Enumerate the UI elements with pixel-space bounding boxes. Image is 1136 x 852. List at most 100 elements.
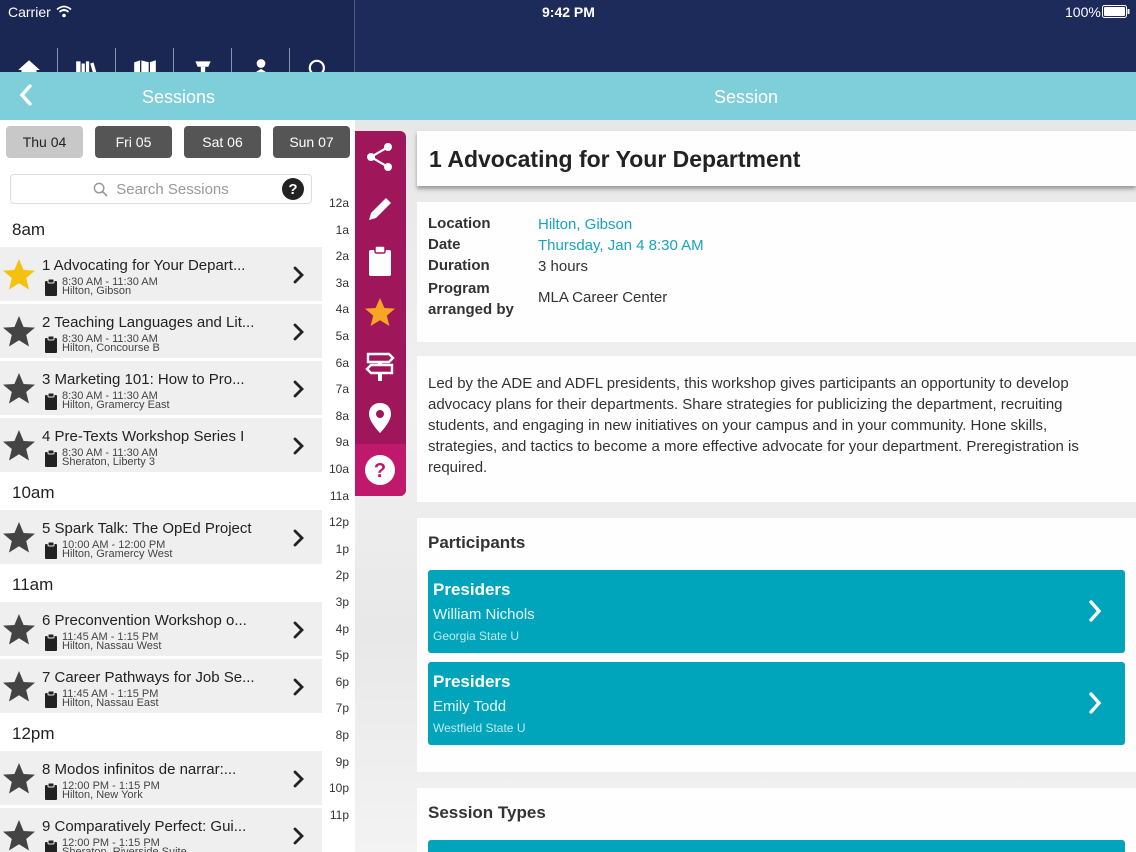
chevron-right-icon xyxy=(293,323,304,341)
star-icon[interactable] xyxy=(363,296,397,330)
signpost-icon[interactable] xyxy=(363,348,397,382)
hour-index-item[interactable]: 8a xyxy=(336,409,349,423)
session-room: Hilton, Gramercy West xyxy=(62,548,173,560)
favorite-star-icon[interactable] xyxy=(2,315,36,349)
session-type-card[interactable] xyxy=(428,840,1125,852)
session-row[interactable]: 6 Preconvention Workshop o... 11:45 AM - … xyxy=(0,602,322,657)
sub-header: Sessions Session xyxy=(0,72,1136,120)
session-description: Led by the ADE and ADFL presidents, this… xyxy=(428,375,1079,476)
favorite-star-icon[interactable] xyxy=(2,762,36,796)
program-value: MLA Career Center xyxy=(538,289,668,306)
chevron-right-icon xyxy=(293,437,304,455)
favorite-star-icon[interactable] xyxy=(2,258,36,292)
hour-index-item[interactable]: 10p xyxy=(329,781,349,795)
search-icon xyxy=(93,182,108,197)
day-tab-fri[interactable]: Fri 05 xyxy=(95,126,172,158)
hour-index-item[interactable]: 12p xyxy=(329,515,349,529)
hour-index-item[interactable]: 3p xyxy=(336,595,349,609)
session-title: 9 Comparatively Perfect: Gui... xyxy=(42,818,247,835)
battery-icon xyxy=(1102,5,1130,18)
session-row[interactable]: 4 Pre-Texts Workshop Series I 8:30 AM - 1… xyxy=(0,418,322,473)
hour-index-item[interactable]: 2a xyxy=(336,249,349,263)
chevron-right-icon xyxy=(293,529,304,547)
session-types-heading: Session Types xyxy=(428,803,546,822)
favorite-star-icon[interactable] xyxy=(2,613,36,647)
chevron-right-icon xyxy=(1089,600,1102,622)
session-row[interactable]: 1 Advocating for Your Depart... 8:30 AM -… xyxy=(0,247,322,302)
hour-index-item[interactable]: 7a xyxy=(336,382,349,396)
search-sessions-input[interactable]: Search Sessions xyxy=(10,174,312,204)
location-label: Location xyxy=(428,215,491,232)
hour-index-item[interactable]: 8p xyxy=(336,728,349,742)
hour-index-item[interactable]: 7p xyxy=(336,701,349,715)
hour-index-item[interactable]: 5a xyxy=(336,329,349,343)
session-room: Hilton, New York xyxy=(62,789,143,801)
favorite-star-icon[interactable] xyxy=(2,670,36,704)
participants-card: Participants Presiders William Nichols G… xyxy=(417,518,1136,772)
session-title: 1 Advocating for Your Department xyxy=(429,146,801,172)
participant-role: Presiders xyxy=(433,580,511,599)
session-header-title: Session xyxy=(714,87,779,107)
hour-index-item[interactable]: 12a xyxy=(329,196,349,210)
hour-index-item[interactable]: 4p xyxy=(336,622,349,636)
hour-index-item[interactable]: 6a xyxy=(336,356,349,370)
clipboard-icon[interactable] xyxy=(363,244,397,278)
favorite-star-icon[interactable] xyxy=(2,819,36,852)
clipboard-icon xyxy=(45,690,57,708)
hour-index-item[interactable]: 11a xyxy=(330,489,349,503)
hour-index-item[interactable]: 6p xyxy=(336,675,349,689)
duration-label: Duration xyxy=(428,257,490,274)
help-button[interactable]: ? xyxy=(355,444,406,496)
hour-index-item[interactable]: 2p xyxy=(336,568,349,582)
hour-index-item[interactable]: 3a xyxy=(336,276,349,290)
left-nav-bar xyxy=(0,0,355,92)
search-help-button[interactable]: ? xyxy=(282,178,304,200)
hour-index[interactable]: 12a 1a 2a 3a 4a 5a 6a 7a 8a 9a 10a 11a 12p 1p 2p 3p 4p 5p… xyxy=(322,160,355,852)
hour-index-item[interactable]: 9p xyxy=(336,755,349,769)
date-link[interactable]: Thursday, Jan 4 8:30 AM xyxy=(538,237,704,254)
chevron-right-icon xyxy=(1089,692,1102,714)
session-row[interactable]: 5 Spark Talk: The OpEd Project 10:00 AM -… xyxy=(0,510,322,565)
location-link[interactable]: Hilton, Gibson xyxy=(538,216,632,233)
hour-index-item[interactable]: 4a xyxy=(336,302,349,316)
favorite-star-icon[interactable] xyxy=(2,372,36,406)
session-title: 5 Spark Talk: The OpEd Project xyxy=(42,520,252,537)
participant-affiliation: Georgia State U xyxy=(433,629,520,643)
favorite-star-icon[interactable] xyxy=(2,521,36,555)
location-pin-icon[interactable] xyxy=(363,401,397,435)
session-room: Hilton, Gibson xyxy=(62,285,132,297)
session-row[interactable]: 2 Teaching Languages and Lit... 8:30 AM -… xyxy=(0,304,322,359)
day-tab-sun[interactable]: Sun 07 xyxy=(273,126,350,158)
pencil-icon[interactable] xyxy=(363,192,397,226)
hour-index-item[interactable]: 10a xyxy=(329,462,349,476)
session-row[interactable]: 9 Comparatively Perfect: Gui... 12:00 PM … xyxy=(0,808,322,852)
session-description-card: Led by the ADE and ADFL presidents, this… xyxy=(417,356,1136,502)
hour-index-item[interactable]: 1a xyxy=(336,223,349,237)
clipboard-icon xyxy=(45,633,57,651)
clipboard-icon xyxy=(45,392,57,410)
hour-index-item[interactable]: 1p xyxy=(336,542,349,556)
day-tab-thu[interactable]: Thu 04 xyxy=(6,126,83,158)
participant-card[interactable]: Presiders William Nichols Georgia State … xyxy=(428,570,1125,653)
date-label: Date xyxy=(428,236,461,253)
participant-affiliation: Westfield State U xyxy=(433,721,526,735)
favorite-star-icon[interactable] xyxy=(2,429,36,463)
session-row[interactable]: 7 Career Pathways for Job Se... 11:45 AM … xyxy=(0,659,322,714)
hour-index-item[interactable]: 11p xyxy=(330,808,349,822)
hour-index-item[interactable]: 5p xyxy=(336,648,349,662)
chevron-left-icon[interactable] xyxy=(18,84,34,106)
session-row[interactable]: 3 Marketing 101: How to Pro... 8:30 AM - … xyxy=(0,361,322,416)
clipboard-icon xyxy=(45,541,57,559)
nav-icon-row xyxy=(0,24,355,92)
participant-name: Emily Todd xyxy=(433,698,507,715)
battery-percent: 100% xyxy=(1065,4,1101,20)
day-tab-sat[interactable]: Sat 06 xyxy=(184,126,261,158)
share-icon[interactable] xyxy=(363,140,397,174)
session-row[interactable]: 8 Modos infinitos de narrar:... 12:00 PM … xyxy=(0,751,322,806)
hour-header: 12pm xyxy=(12,724,55,743)
participant-card[interactable]: Presiders Emily Todd Westfield State U xyxy=(428,662,1125,745)
carrier-label: Carrier xyxy=(8,4,51,20)
hour-index-item[interactable]: 9a xyxy=(336,435,349,449)
session-room: Hilton, Concourse B xyxy=(62,342,160,354)
help-icon: ? xyxy=(365,455,395,485)
